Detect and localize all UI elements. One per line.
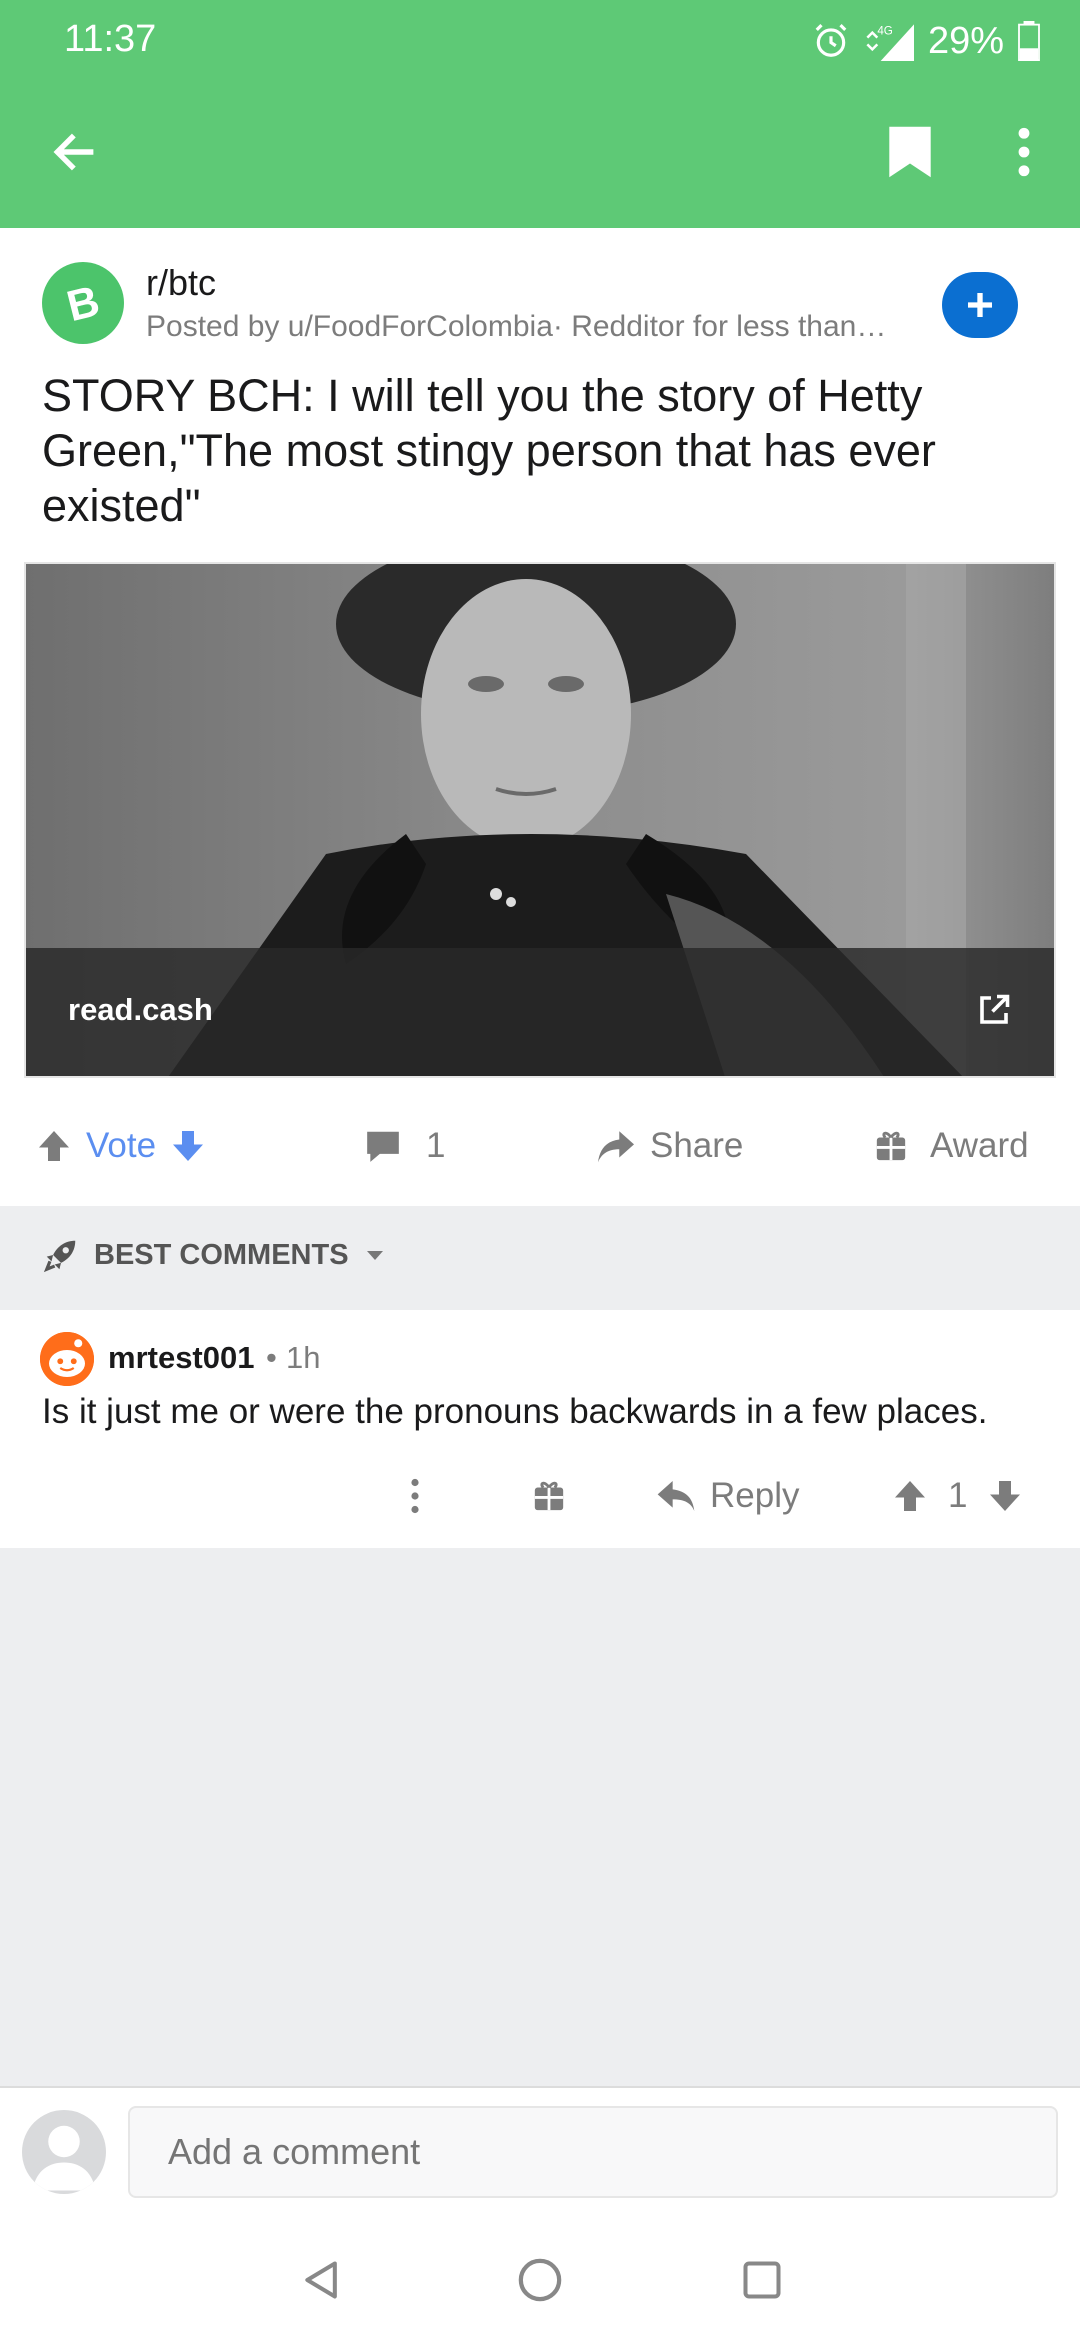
share-label: Share bbox=[650, 1126, 744, 1165]
comment-time: 1h bbox=[286, 1340, 321, 1375]
bitcoin-cash-icon: B bbox=[62, 277, 104, 329]
square-recents-icon bbox=[743, 2261, 781, 2299]
user-placeholder-icon bbox=[32, 2125, 96, 2191]
arrow-left-icon bbox=[53, 133, 94, 171]
comment-item: mrtest001 • 1h Is it just me or were the… bbox=[0, 1310, 1080, 1548]
alarm-icon bbox=[815, 24, 847, 57]
more-vertical-icon bbox=[411, 1478, 419, 1514]
comment-author[interactable]: mrtest001 bbox=[108, 1340, 254, 1376]
signal-icon: 4G bbox=[866, 24, 914, 61]
comment-score: 1 bbox=[948, 1476, 968, 1515]
award-label: Award bbox=[930, 1126, 1029, 1165]
plus-icon bbox=[968, 293, 992, 317]
comment-separator: • bbox=[266, 1340, 277, 1375]
app-header: 11:37 4G 29% bbox=[0, 0, 1080, 228]
add-comment-input[interactable] bbox=[128, 2106, 1058, 2198]
svg-text:4G: 4G bbox=[877, 24, 893, 37]
award-button[interactable]: Award bbox=[874, 1116, 1029, 1176]
comment-composer bbox=[0, 2086, 1080, 2340]
comment-award-button[interactable] bbox=[532, 1466, 566, 1526]
battery-icon bbox=[1018, 21, 1040, 61]
subreddit-name[interactable]: r/btc bbox=[146, 262, 216, 304]
downvote-icon[interactable] bbox=[987, 1478, 1023, 1514]
user-avatar bbox=[22, 2110, 106, 2194]
more-vertical-icon bbox=[1018, 127, 1030, 177]
gift-icon bbox=[534, 1481, 564, 1511]
comment-sort-bar[interactable]: BEST COMMENTS bbox=[0, 1206, 1080, 1310]
more-options-button[interactable] bbox=[1000, 118, 1048, 186]
post-actions: Vote 1 Share Award bbox=[0, 1088, 1080, 1206]
reply-label: Reply bbox=[710, 1476, 800, 1515]
vote-group: Vote bbox=[36, 1116, 206, 1176]
external-link-icon bbox=[980, 994, 1010, 1024]
caret-down-icon bbox=[366, 1251, 383, 1260]
subreddit-avatar[interactable]: B bbox=[42, 262, 124, 344]
link-preview-bar: read.cash bbox=[26, 948, 1054, 1076]
nav-back-button[interactable] bbox=[290, 2248, 354, 2312]
commenter-avatar[interactable] bbox=[40, 1332, 94, 1386]
comment-icon bbox=[367, 1131, 399, 1162]
share-icon bbox=[598, 1131, 634, 1163]
link-preview[interactable]: read.cash bbox=[24, 562, 1056, 1078]
comments-button[interactable]: 1 bbox=[364, 1116, 445, 1176]
share-button[interactable]: Share bbox=[596, 1116, 743, 1176]
bookmark-icon bbox=[889, 126, 931, 178]
back-button[interactable] bbox=[40, 118, 108, 186]
system-nav-bar bbox=[0, 2220, 1080, 2340]
post-meta: Posted by u/FoodForColombia· Redditor fo… bbox=[146, 310, 887, 343]
sort-label: BEST COMMENTS bbox=[94, 1238, 349, 1271]
post-card: B r/btc Posted by u/FoodForColombia· Red… bbox=[0, 228, 1080, 1206]
nav-recents-button[interactable] bbox=[730, 2248, 794, 2312]
comment-more-button[interactable] bbox=[410, 1466, 420, 1526]
svg-text:B: B bbox=[62, 277, 104, 329]
comments-count: 1 bbox=[426, 1126, 446, 1165]
nav-home-button[interactable] bbox=[508, 2248, 572, 2312]
upvote-icon[interactable] bbox=[36, 1128, 72, 1164]
link-domain: read.cash bbox=[68, 992, 213, 1027]
gift-icon bbox=[876, 1131, 906, 1161]
triangle-back-icon bbox=[305, 2261, 337, 2299]
join-subreddit-button[interactable] bbox=[942, 272, 1018, 338]
comment-vote-group: 1 bbox=[892, 1466, 1023, 1526]
reply-button[interactable]: Reply bbox=[656, 1466, 799, 1526]
downvote-icon[interactable] bbox=[170, 1128, 206, 1164]
snoo-avatar-icon bbox=[40, 1332, 94, 1386]
reply-icon bbox=[657, 1481, 695, 1511]
circle-home-icon bbox=[518, 2258, 562, 2302]
status-icons: 4G 29% bbox=[812, 16, 1040, 66]
post-title[interactable]: STORY BCH: I will tell you the story of … bbox=[42, 368, 1042, 533]
vote-label: Vote bbox=[86, 1126, 157, 1165]
battery-percent: 29% bbox=[927, 19, 1004, 62]
status-time: 11:37 bbox=[64, 18, 157, 60]
rocket-icon bbox=[43, 1240, 76, 1273]
bookmark-button[interactable] bbox=[880, 118, 940, 186]
upvote-icon[interactable] bbox=[892, 1478, 928, 1514]
comment-actions: Reply 1 bbox=[0, 1460, 1080, 1532]
comment-body: Is it just me or were the pronouns backw… bbox=[42, 1392, 988, 1431]
sort-dropdown[interactable]: BEST COMMENTS bbox=[42, 1236, 387, 1274]
